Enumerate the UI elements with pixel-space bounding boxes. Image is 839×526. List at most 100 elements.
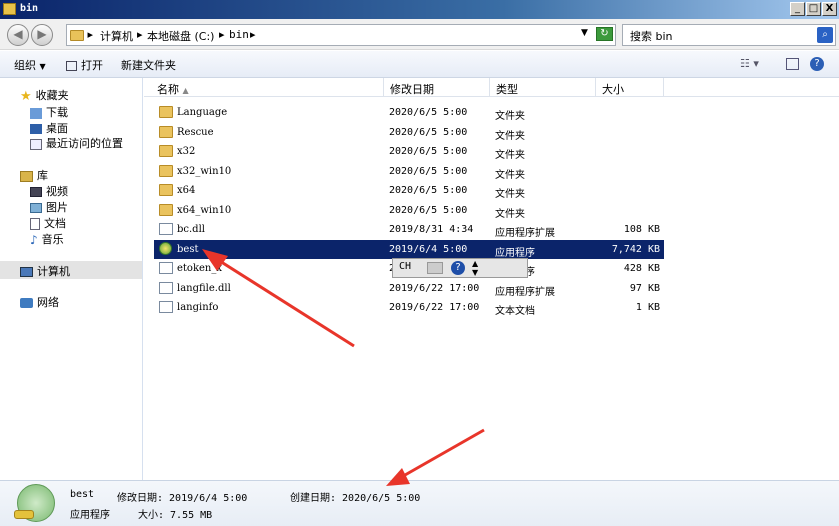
dll-file-icon: [159, 281, 173, 294]
nav-pictures[interactable]: 图片: [30, 199, 68, 215]
open-icon: [66, 61, 77, 71]
file-row[interactable]: Language 2020/6/5 5:00 文件夹: [154, 103, 664, 122]
column-name-label: 名称: [157, 83, 179, 96]
file-type: 文件夹: [495, 111, 525, 122]
address-box[interactable]: ▸ 计算机 ▸ 本地磁盘 (C:) ▸ bin ▸ ▼: [66, 24, 616, 46]
column-name[interactable]: 名称 ▲: [151, 78, 384, 97]
nav-computer[interactable]: 计算机: [20, 263, 70, 279]
view-options-icon[interactable]: ☷ ▾: [740, 57, 759, 70]
file-type: 文件夹: [495, 130, 525, 142]
file-row[interactable]: x32_win10 2020/6/5 5:00 文件夹: [154, 162, 664, 181]
recent-places-icon: [30, 138, 42, 150]
nav-videos[interactable]: 视频: [30, 183, 68, 199]
address-folder-icon: ▸: [70, 28, 93, 41]
nav-network-label: 网络: [37, 296, 59, 309]
forward-button[interactable]: ▶: [31, 24, 53, 46]
file-type: 文本文档: [495, 306, 535, 317]
music-icon: ♪: [30, 233, 38, 247]
open-label: 打开: [81, 59, 103, 72]
nav-libraries-label: 库: [37, 169, 48, 182]
file-size: 1 KB: [635, 302, 660, 313]
nav-downloads-label: 下载: [46, 106, 68, 119]
nav-desktop[interactable]: 桌面: [30, 120, 68, 136]
ime-keyboard-icon[interactable]: [427, 262, 443, 274]
dll-file-icon: [159, 262, 173, 274]
column-size[interactable]: 大小: [596, 78, 664, 97]
minimize-button[interactable]: _: [790, 2, 805, 16]
address-bar-area: ◀ ▶ ▸ 计算机 ▸ 本地磁盘 (C:) ▸ bin ▸ ▼ ↻ 搜索 bin…: [0, 19, 839, 50]
organize-button[interactable]: 组织 ▼: [14, 57, 46, 73]
breadcrumb-computer[interactable]: 计算机: [100, 28, 133, 44]
search-icon[interactable]: ⌕: [817, 27, 833, 43]
file-modified: 2020/6/5 5:00: [389, 204, 468, 216]
folder-icon: [159, 184, 173, 196]
file-type: 文件夹: [495, 169, 525, 181]
nav-downloads[interactable]: 下载: [30, 104, 68, 120]
maximize-button[interactable]: □: [806, 2, 821, 16]
ime-toolbar[interactable]: CH ? ▲ ▼: [392, 258, 528, 278]
file-row[interactable]: best 2019/6/4 5:00 应用程序 7,742 KB: [154, 239, 664, 259]
folder-icon: [159, 203, 173, 216]
ime-language[interactable]: CH: [399, 261, 411, 272]
file-modified: 2019/6/4 5:00: [389, 243, 468, 255]
library-icon: [20, 170, 33, 182]
file-name: Language: [177, 107, 228, 118]
pictures-icon: [30, 203, 42, 213]
search-input[interactable]: 搜索 bin ⌕: [622, 24, 836, 46]
documents-icon: [30, 218, 40, 230]
file-name: bc.dll: [177, 224, 205, 235]
column-header: 名称 ▲ 修改日期 类型 大小: [144, 78, 839, 97]
address-dropdown-icon[interactable]: ▼: [581, 28, 588, 38]
file-row[interactable]: bc.dll 2019/8/31 4:34 应用程序扩展 108 KB: [154, 220, 664, 239]
new-folder-button[interactable]: 新建文件夹: [121, 57, 176, 73]
file-name: x64: [177, 185, 196, 196]
file-row[interactable]: x64 2020/6/5 5:00 文件夹: [154, 181, 664, 200]
close-button[interactable]: X: [822, 2, 837, 16]
file-row[interactable]: langfile.dll 2019/6/22 17:00 应用程序扩展 97 KB: [154, 279, 664, 298]
ime-help-icon[interactable]: ?: [451, 261, 465, 275]
dll-file-icon: [159, 223, 173, 235]
file-row[interactable]: langinfo 2019/6/22 17:00 文本文档 1 KB: [154, 298, 664, 317]
nav-network[interactable]: 网络: [20, 294, 59, 310]
preview-pane-icon[interactable]: [786, 58, 799, 70]
open-button[interactable]: 打开: [66, 57, 103, 73]
nav-computer-label: 计算机: [37, 265, 70, 278]
nav-recent[interactable]: 最近访问的位置: [30, 135, 123, 151]
nav-favorites[interactable]: ★ 收藏夹: [20, 87, 69, 104]
ime-scroll-icon[interactable]: ▲ ▼: [472, 259, 478, 277]
refresh-icon[interactable]: ↻: [596, 27, 613, 41]
details-created: 创建日期: 2020/6/5 5:00: [290, 493, 421, 504]
breadcrumb-local-disk[interactable]: 本地磁盘 (C:): [147, 28, 214, 44]
file-name: x32: [177, 146, 196, 157]
file-modified: 2019/6/22 17:00: [389, 282, 480, 294]
video-icon: [30, 187, 42, 197]
nav-documents[interactable]: 文档: [30, 215, 66, 231]
file-size: 97 KB: [629, 282, 660, 294]
file-type: 文件夹: [495, 150, 525, 161]
file-name: langinfo: [177, 302, 219, 313]
text-file-icon: [159, 301, 173, 313]
breadcrumb-bin[interactable]: bin: [229, 28, 249, 41]
desktop-icon: [30, 124, 42, 134]
help-icon[interactable]: ?: [810, 57, 824, 71]
file-name: langfile.dll: [177, 282, 231, 294]
nav-music[interactable]: ♪ 音乐: [30, 231, 64, 247]
file-row[interactable]: Rescue 2020/6/5 5:00 文件夹: [154, 123, 664, 142]
file-row[interactable]: x64_win10 2020/6/5 5:00 文件夹: [154, 201, 664, 220]
sort-ascending-icon: ▲: [182, 86, 189, 95]
column-type[interactable]: 类型: [490, 78, 596, 97]
file-name: best: [177, 243, 199, 255]
network-icon: [20, 298, 33, 308]
title-bar: bin _ □ X: [0, 0, 839, 19]
nav-libraries[interactable]: 库: [20, 167, 48, 183]
back-button[interactable]: ◀: [7, 24, 29, 46]
details-pane: best 应用程序 修改日期: 2019/6/4 5:00 大小: 7.55 M…: [0, 480, 839, 526]
details-modified: 修改日期: 2019/6/4 5:00: [117, 493, 248, 504]
file-modified: 2020/6/5 5:00: [389, 146, 468, 157]
file-size: 7,742 KB: [611, 243, 660, 255]
file-modified: 2020/6/5 5:00: [389, 126, 468, 138]
nav-favorites-label: 收藏夹: [35, 89, 69, 102]
file-modified: 2020/6/5 5:00: [389, 185, 468, 196]
column-modified[interactable]: 修改日期: [384, 78, 490, 97]
file-row[interactable]: x32 2020/6/5 5:00 文件夹: [154, 142, 664, 161]
